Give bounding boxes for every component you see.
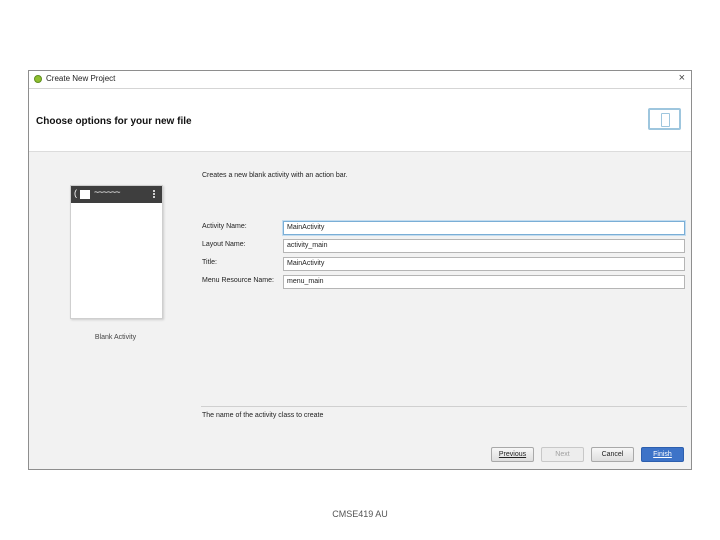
create-project-dialog: Create New Project × Choose options for …: [28, 70, 692, 470]
page-title: Choose options for your new file: [36, 116, 192, 127]
template-label: Blank Activity: [94, 334, 137, 341]
overflow-menu-icon: [153, 190, 155, 192]
title-bar: Create New Project ×: [29, 71, 691, 89]
dialog-header: Choose options for your new file: [29, 89, 691, 152]
device-icon: [648, 108, 681, 130]
layout-name-field[interactable]: activity_main: [283, 239, 685, 253]
field-help-text: The name of the activity class to create: [202, 412, 324, 419]
title-label: Title:: [202, 259, 217, 266]
menu-resource-name-field[interactable]: menu_main: [283, 275, 685, 289]
activity-name-field[interactable]: MainActivity: [283, 221, 685, 235]
preview-back-glyph: (: [74, 188, 77, 198]
cancel-button[interactable]: Cancel: [591, 447, 634, 462]
previous-button-label: Previous: [498, 451, 527, 458]
window-title: Create New Project: [46, 74, 116, 83]
activity-preview: ( ~~~~~~: [70, 185, 163, 319]
finish-button-label: Finish: [653, 451, 672, 458]
cancel-button-label: Cancel: [601, 451, 624, 458]
title-field[interactable]: MainActivity: [283, 257, 685, 271]
template-description: Creates a new blank activity with an act…: [202, 172, 348, 179]
close-button[interactable]: ×: [679, 72, 685, 84]
preview-action-bar: ( ~~~~~~: [71, 186, 162, 203]
slide-footer: CMSE419 AU: [332, 509, 388, 519]
menu-resource-name-label: Menu Resource Name:: [202, 277, 274, 284]
activity-name-label: Activity Name:: [202, 223, 247, 230]
app-icon-placeholder: [80, 190, 90, 199]
layout-name-label: Layout Name:: [202, 241, 246, 248]
previous-button[interactable]: Previous: [491, 447, 534, 462]
divider: [201, 406, 687, 407]
finish-button[interactable]: Finish: [641, 447, 684, 462]
next-button[interactable]: Next: [541, 447, 584, 462]
next-button-label: Next: [555, 451, 570, 458]
preview-title-placeholder: ~~~~~~: [94, 187, 121, 197]
android-studio-icon: [34, 75, 42, 83]
